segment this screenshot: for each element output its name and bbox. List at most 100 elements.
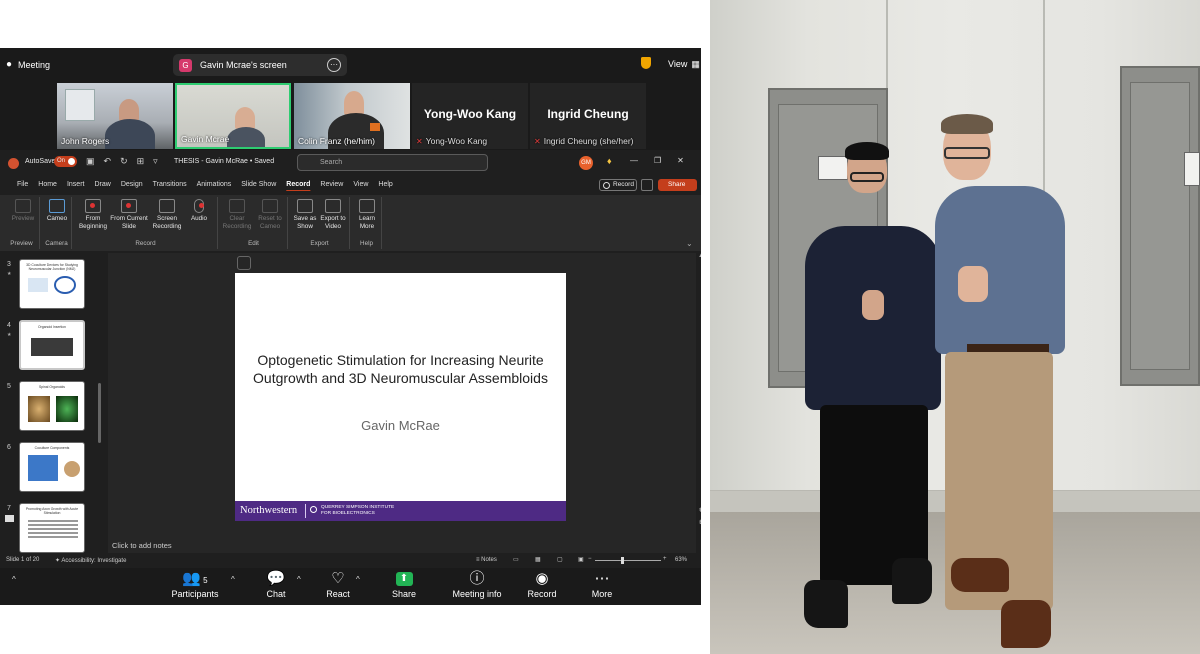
learn-more-button[interactable]: Learn More (354, 199, 380, 230)
thumbnail-number: 5 (7, 383, 11, 390)
redo-icon[interactable]: ↻ (120, 156, 128, 167)
current-slide[interactable]: Optogenetic Stimulation for Increasing N… (235, 273, 566, 521)
chat-button[interactable]: 💬 Chat (256, 569, 296, 599)
undo-icon[interactable]: ↶ (104, 156, 112, 167)
more-icon: ⋯ (594, 570, 610, 587)
customize-icon[interactable]: ▿ (153, 156, 158, 167)
cameo-button[interactable]: Cameo (44, 199, 70, 223)
collapse-ribbon-icon[interactable]: ⌄ (686, 239, 693, 248)
audio-options-caret-icon[interactable]: ^ (12, 575, 16, 584)
participant-tile[interactable]: Yong-Woo Kang ✕ Yong-Woo Kang (412, 83, 528, 149)
participant-name: Colin Franz (he/him) (298, 136, 375, 146)
thumbnail-number: 3 (7, 261, 11, 268)
screen-share-pill[interactable]: G Gavin Mcrae's screen ··· (173, 54, 347, 76)
thumbnail-number: 4 (7, 322, 11, 329)
lightbulb-icon[interactable]: ♦ (607, 156, 612, 166)
tab-file[interactable]: File (12, 181, 33, 188)
group-label: Preview (10, 240, 33, 247)
close-icon[interactable]: ✕ (677, 156, 684, 165)
search-input[interactable]: Search (297, 154, 488, 171)
tab-slide-show[interactable]: Slide Show (236, 181, 281, 188)
from-current-slide-button[interactable]: From Current Slide (110, 199, 148, 230)
record-icon: ◉ (535, 570, 549, 587)
document-title[interactable]: THESIS - Gavin McRae • Saved (174, 158, 274, 165)
participant-tile[interactable]: Colin Franz (he/him) (294, 83, 410, 149)
security-shield-icon[interactable] (641, 57, 651, 69)
restore-icon[interactable]: ❐ (654, 156, 661, 165)
slide-thumbnail[interactable]: Coculture Components (19, 442, 85, 492)
slide-thumbnail[interactable]: Spinal Organoids (19, 381, 85, 431)
tab-insert[interactable]: Insert (62, 181, 90, 188)
minimize-icon[interactable]: — (630, 156, 638, 165)
more-button[interactable]: ⋯ More (582, 569, 622, 599)
notes-button[interactable]: ≡ Notes (476, 557, 497, 563)
save-icon[interactable]: ▣ (86, 156, 95, 167)
next-slide-icon[interactable]: ⇟ (698, 519, 701, 526)
notes-placeholder[interactable]: Click to add notes (112, 541, 172, 550)
participants-button[interactable]: 👥 5 Participants (170, 569, 220, 599)
comment-icon[interactable] (5, 515, 14, 522)
participant-tile-active[interactable]: Gavin Mcrae (175, 83, 291, 149)
autosave-toggle[interactable]: On (54, 156, 77, 167)
slide-title[interactable]: Optogenetic Stimulation for Increasing N… (245, 351, 556, 387)
participant-display-name: Ingrid Cheung (547, 107, 629, 121)
zoom-slider-knob[interactable] (621, 557, 624, 564)
tab-transitions[interactable]: Transitions (148, 181, 192, 188)
clear-recording-button[interactable]: Clear Recording (222, 199, 252, 230)
tab-design[interactable]: Design (116, 181, 148, 188)
thumbnails-scrollbar[interactable] (98, 383, 101, 443)
export-to-video-button[interactable]: Export to Video (318, 199, 348, 230)
more-options-icon[interactable]: ··· (327, 58, 341, 72)
participant-tile[interactable]: John Rogers (57, 83, 173, 149)
slide-sorter-icon[interactable]: ▦ (535, 556, 541, 563)
react-button[interactable]: ♡ React (318, 569, 358, 599)
slide-thumbnail[interactable]: 3D Coculture Devices for Studying Neurom… (19, 259, 85, 309)
zoom-percent[interactable]: 63% (675, 557, 687, 563)
ribbon: Preview Preview Cameo Camera From Beginn… (0, 195, 701, 251)
copilot-icon[interactable] (237, 256, 251, 270)
reading-view-icon[interactable]: ▢ (557, 556, 563, 563)
meeting-info-button[interactable]: ⓘ Meeting info (446, 569, 508, 599)
zoom-in-icon[interactable]: + (663, 556, 667, 562)
zoom-slider[interactable] (595, 560, 661, 561)
user-avatar[interactable]: GM (579, 156, 593, 170)
chat-caret-icon[interactable]: ^ (297, 575, 301, 584)
share-arrow-icon: ⬆ (395, 572, 413, 586)
share-button[interactable]: Share (658, 179, 697, 191)
record-button[interactable]: Record (599, 179, 637, 191)
preview-button[interactable]: Preview (10, 199, 36, 223)
participants-caret-icon[interactable]: ^ (231, 575, 235, 584)
slide-author[interactable]: Gavin McRae (235, 418, 566, 433)
tab-view[interactable]: View (348, 181, 373, 188)
tab-record[interactable]: Record (281, 181, 315, 188)
reset-cameo-label: Reset to Cameo (258, 215, 282, 230)
slide-thumbnail-selected[interactable]: Organoid Insertion (19, 320, 85, 370)
comments-icon[interactable] (641, 179, 653, 191)
reset-to-cameo-button[interactable]: Reset to Cameo (254, 199, 286, 230)
accessibility-status[interactable]: ✦ Accessibility: Investigate (55, 557, 126, 564)
react-caret-icon[interactable]: ^ (356, 575, 360, 584)
tab-help[interactable]: Help (373, 181, 397, 188)
view-button[interactable]: View ▦ (668, 59, 700, 70)
audio-button[interactable]: Audio (186, 199, 212, 223)
canvas-scrollbar[interactable]: ▲ ⇞ ⇟ (698, 253, 701, 553)
screen-recording-button[interactable]: Screen Recording (150, 199, 184, 230)
normal-view-icon[interactable]: ▭ (513, 556, 519, 563)
participants-count: 5 (203, 576, 208, 585)
tab-animations[interactable]: Animations (192, 181, 237, 188)
from-beginning-button[interactable]: From Beginning (76, 199, 110, 230)
meeting-label: Meeting (18, 59, 51, 70)
record-meeting-button[interactable]: ◉ Record (522, 569, 562, 599)
share-screen-button[interactable]: ⬆ Share (384, 569, 424, 599)
scroll-up-icon[interactable]: ▲ (698, 253, 701, 259)
slideshow-view-icon[interactable]: ▣ (578, 556, 584, 563)
zoom-out-icon[interactable]: − (588, 556, 592, 562)
participant-tile[interactable]: Ingrid Cheung ✕ Ingrid Cheung (she/her) (530, 83, 646, 149)
prev-slide-icon[interactable]: ⇞ (698, 507, 701, 514)
save-as-show-button[interactable]: Save as Show (292, 199, 318, 230)
slide-thumbnail[interactable]: Promoting Axon Growth with Acute Stimula… (19, 503, 85, 553)
present-icon[interactable]: ⊞ (137, 156, 145, 167)
tab-review[interactable]: Review (315, 181, 348, 188)
tab-draw[interactable]: Draw (89, 181, 115, 188)
tab-home[interactable]: Home (33, 181, 62, 188)
